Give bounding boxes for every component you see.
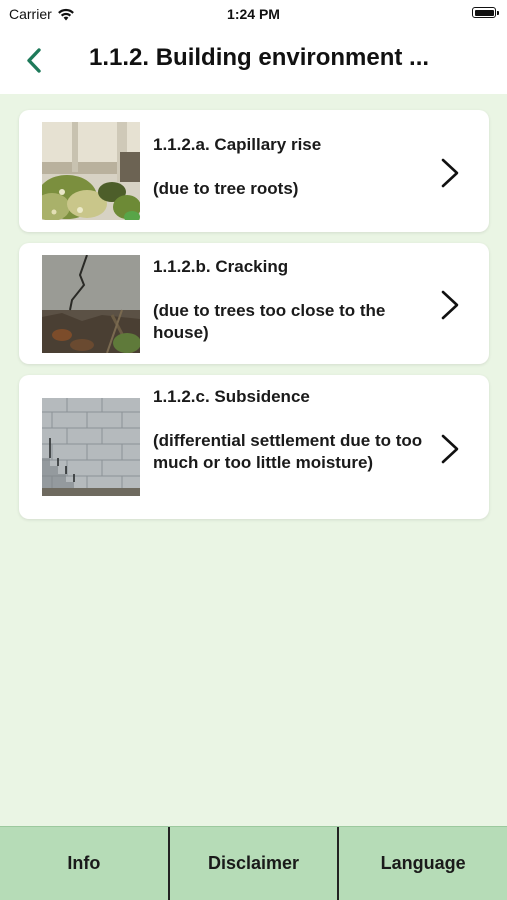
- tab-label: Disclaimer: [207, 853, 300, 873]
- battery-icon: [472, 7, 499, 18]
- item-text: 1.1.2.c. Subsidence (differential settle…: [153, 386, 428, 474]
- item-subtitle: (due to trees too close to the house): [153, 301, 386, 342]
- topic-list: 1.1.2.a. Capillary rise (due to tree roo…: [19, 110, 489, 530]
- tab-info[interactable]: Info: [0, 827, 168, 900]
- capillary-rise-photo: [42, 122, 140, 220]
- bottom-tab-bar: Info Disclaimer Language: [0, 826, 507, 900]
- status-bar: Carrier 1:24 PM: [0, 0, 507, 28]
- nav-bar: 1.1.2. Building environment ...: [0, 28, 507, 94]
- page-title: 1.1.2. Building environment ...: [89, 44, 430, 71]
- tab-language[interactable]: Language: [337, 827, 507, 900]
- screen: Carrier 1:24 PM 1.1.2. Building environm…: [0, 0, 507, 900]
- item-subtitle: (differential settlement due to too much…: [153, 431, 423, 472]
- list-item-subsidence[interactable]: 1.1.2.c. Subsidence (differential settle…: [19, 375, 489, 519]
- item-title: 1.1.2.c. Subsidence: [153, 387, 310, 406]
- tab-disclaimer[interactable]: Disclaimer: [167, 827, 338, 900]
- item-text: 1.1.2.b. Cracking (due to trees too clos…: [153, 256, 428, 344]
- subsidence-photo: [42, 398, 140, 496]
- chevron-right-icon: [441, 290, 459, 320]
- chevron-right-icon: [441, 434, 459, 464]
- status-time: 1:24 PM: [227, 6, 280, 22]
- item-title: 1.1.2.a. Capillary rise: [153, 135, 322, 154]
- tab-label: Info: [67, 853, 101, 873]
- back-button[interactable]: [20, 46, 50, 76]
- chevron-left-icon: [27, 48, 41, 73]
- tab-label: Language: [380, 853, 466, 873]
- cracking-photo: [42, 255, 140, 353]
- list-item-capillary-rise[interactable]: 1.1.2.a. Capillary rise (due to tree roo…: [19, 110, 489, 232]
- chevron-right-icon: [441, 158, 459, 188]
- item-title: 1.1.2.b. Cracking: [153, 257, 289, 276]
- item-subtitle: (due to tree roots): [153, 179, 299, 198]
- list-item-cracking[interactable]: 1.1.2.b. Cracking (due to trees too clos…: [19, 243, 489, 364]
- item-text: 1.1.2.a. Capillary rise (due to tree roo…: [153, 134, 428, 200]
